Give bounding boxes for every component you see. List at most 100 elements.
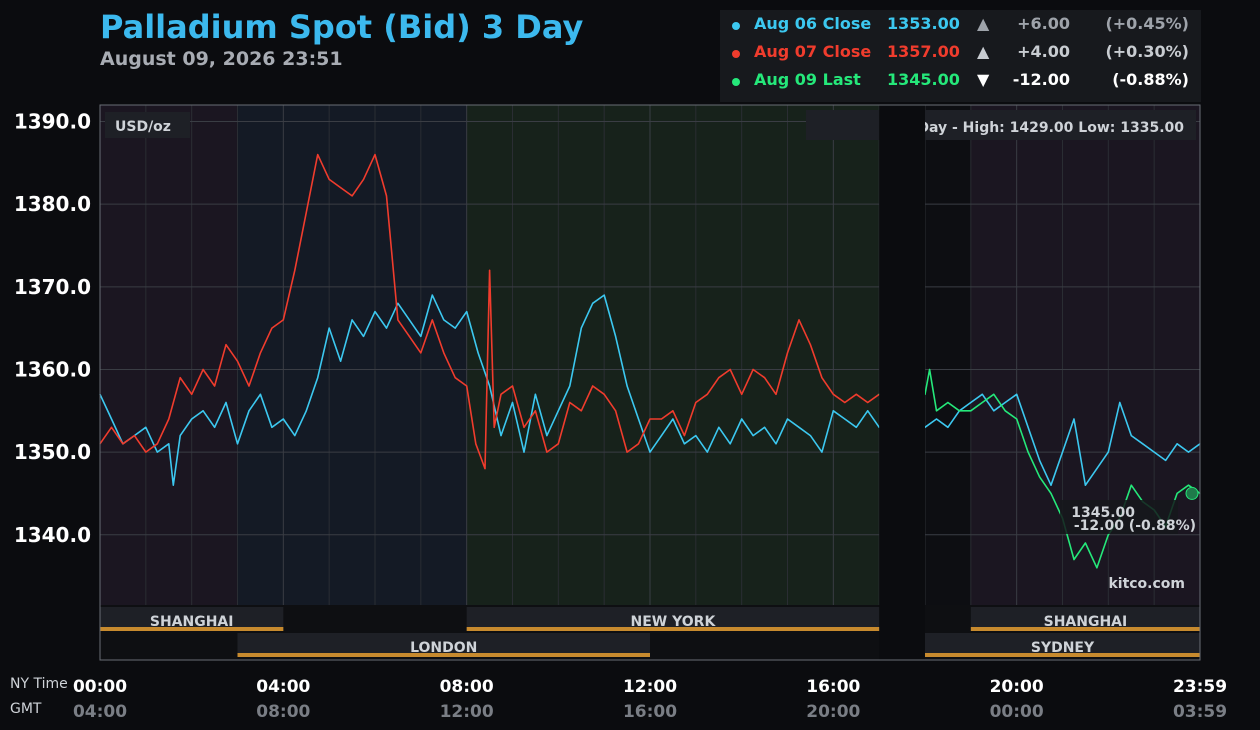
series-point bbox=[484, 468, 486, 470]
series-point bbox=[282, 319, 284, 321]
series-point bbox=[1050, 484, 1052, 486]
series-point bbox=[488, 269, 491, 271]
series-point bbox=[328, 327, 330, 329]
series-point bbox=[1084, 484, 1087, 486]
series-point bbox=[603, 393, 605, 395]
session-gap bbox=[879, 105, 925, 660]
series-point bbox=[672, 410, 674, 412]
series-point bbox=[786, 418, 789, 420]
series-point bbox=[683, 434, 685, 437]
series-point bbox=[488, 385, 491, 387]
series-point bbox=[523, 451, 525, 453]
series-point bbox=[580, 410, 582, 412]
series-point bbox=[752, 434, 754, 437]
series-point bbox=[374, 153, 376, 156]
series-point bbox=[557, 410, 559, 412]
series-point bbox=[443, 352, 445, 354]
series-point bbox=[1165, 459, 1167, 461]
series-point bbox=[145, 451, 147, 453]
series-point bbox=[935, 418, 938, 420]
series-point bbox=[1073, 418, 1075, 420]
series-point bbox=[1176, 492, 1178, 495]
series-point bbox=[695, 434, 697, 437]
series-point bbox=[397, 319, 399, 321]
series-point bbox=[867, 401, 869, 404]
series-point bbox=[672, 418, 674, 420]
series-point bbox=[305, 211, 307, 214]
series-point bbox=[546, 451, 548, 453]
series-point bbox=[615, 410, 617, 412]
series-point bbox=[168, 418, 170, 420]
units-label: USD/oz bbox=[115, 119, 171, 135]
series-point bbox=[798, 319, 800, 321]
series-point bbox=[928, 368, 931, 371]
series-point bbox=[1107, 451, 1109, 453]
series-point bbox=[191, 393, 193, 395]
series-point bbox=[179, 434, 181, 437]
series-point bbox=[844, 418, 846, 420]
series-point bbox=[592, 302, 594, 304]
x-tick-label-gmt: 20:00 bbox=[806, 702, 860, 722]
series-point bbox=[970, 401, 972, 404]
series-point bbox=[741, 393, 743, 395]
series-point bbox=[236, 360, 239, 362]
series-point bbox=[248, 385, 250, 387]
x-tick-label-gmt: 12:00 bbox=[440, 702, 494, 722]
series-point bbox=[523, 426, 525, 428]
series-point bbox=[145, 426, 147, 428]
series-point bbox=[649, 418, 651, 420]
series-point bbox=[431, 294, 433, 296]
series-point bbox=[305, 410, 307, 412]
series-point bbox=[500, 434, 502, 437]
series-point bbox=[935, 410, 938, 412]
series-point bbox=[1176, 443, 1178, 445]
series-point bbox=[1096, 567, 1098, 569]
series-point bbox=[271, 327, 273, 329]
series-point bbox=[351, 319, 353, 321]
series-point bbox=[695, 401, 697, 404]
x-tick-label-ny: 20:00 bbox=[990, 677, 1044, 697]
series-point bbox=[763, 426, 766, 428]
series-point bbox=[1142, 443, 1144, 445]
series-point bbox=[431, 319, 433, 321]
series-point bbox=[958, 410, 960, 412]
series-point bbox=[775, 393, 777, 395]
series-point bbox=[443, 319, 445, 321]
series-point bbox=[385, 327, 388, 329]
series-point bbox=[511, 401, 514, 404]
series-point bbox=[213, 385, 216, 387]
series-point bbox=[1016, 418, 1018, 420]
session-label: SHANGHAI bbox=[1044, 614, 1128, 630]
series-point bbox=[592, 385, 594, 387]
series-point bbox=[1016, 393, 1018, 395]
series-point bbox=[729, 443, 731, 445]
series-point bbox=[546, 434, 548, 437]
series-point bbox=[466, 385, 468, 387]
series-point bbox=[603, 294, 605, 296]
range-label: 3 Day - High: 1429.00 Low: 1335.00 bbox=[903, 120, 1185, 136]
series-point bbox=[981, 401, 983, 404]
series-point bbox=[741, 418, 743, 420]
series-point bbox=[1096, 468, 1098, 470]
series-point bbox=[970, 410, 972, 412]
series-point bbox=[374, 311, 376, 313]
session-label: SHANGHAI bbox=[150, 614, 234, 630]
series-point bbox=[763, 377, 766, 379]
x-tick-label-gmt: 03:59 bbox=[1173, 702, 1227, 722]
series-point bbox=[328, 178, 330, 180]
series-point bbox=[821, 377, 823, 379]
series-point bbox=[156, 443, 158, 445]
y-tick-label: 1370.0 bbox=[14, 275, 91, 299]
series-point bbox=[172, 484, 174, 486]
series-point bbox=[1004, 410, 1006, 412]
series-point bbox=[385, 195, 388, 197]
session-shade-new-york bbox=[466, 105, 880, 605]
series-point bbox=[626, 385, 628, 387]
series-point bbox=[832, 393, 834, 395]
series-point bbox=[408, 319, 410, 321]
series-point bbox=[454, 377, 456, 379]
session-label: LONDON bbox=[410, 640, 477, 656]
series-point bbox=[156, 451, 158, 453]
series-point bbox=[259, 352, 262, 354]
series-point bbox=[110, 426, 113, 428]
